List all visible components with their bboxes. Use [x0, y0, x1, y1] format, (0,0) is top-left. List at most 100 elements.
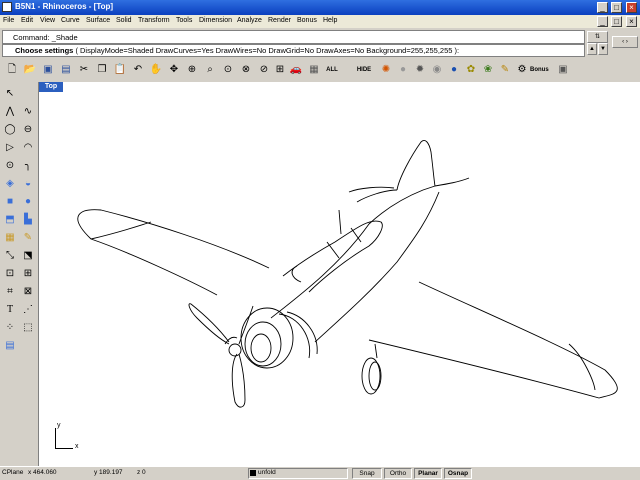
- menu-transform[interactable]: Transform: [138, 17, 170, 24]
- sphere-icon[interactable]: ●: [20, 194, 36, 210]
- maximize-button[interactable]: □: [611, 2, 622, 13]
- scroll-down-icon[interactable]: ▼: [598, 43, 608, 55]
- zoom-selected-icon[interactable]: ⊘: [256, 62, 272, 78]
- four-views-icon[interactable]: ⊞: [272, 62, 288, 78]
- group-icon[interactable]: ⌗: [2, 284, 18, 300]
- copy-icon[interactable]: ❐: [94, 62, 110, 78]
- hide-button[interactable]: HIDE: [354, 62, 374, 78]
- layer-color-swatch: [250, 470, 256, 476]
- sphere-light-icon[interactable]: ◉: [429, 62, 445, 78]
- rotate-view-icon[interactable]: ✥: [166, 62, 182, 78]
- new-icon[interactable]: 🗋: [4, 62, 20, 78]
- bonus-button[interactable]: Bonus: [530, 62, 549, 78]
- menu-tools[interactable]: Tools: [176, 17, 192, 24]
- menu-help[interactable]: Help: [323, 17, 337, 24]
- axis-y-label: y: [57, 422, 61, 429]
- cut-icon[interactable]: ✂: [76, 62, 92, 78]
- rhino-app-icon[interactable]: [2, 2, 12, 12]
- sphere-gray-icon[interactable]: ●: [395, 62, 411, 78]
- grid-icon[interactable]: ▦: [306, 62, 322, 78]
- mesh-icon[interactable]: ▦: [2, 230, 18, 246]
- paste-icon[interactable]: 📋: [112, 62, 128, 78]
- hide-label: HIDE: [356, 67, 372, 73]
- arc-icon[interactable]: ◠: [20, 140, 36, 156]
- zoom-window-icon[interactable]: ⌕: [202, 62, 218, 78]
- box-icon[interactable]: ■: [2, 194, 18, 210]
- zoom-dynamic-icon[interactable]: ⊙: [220, 62, 236, 78]
- status-x: x 464.060: [28, 469, 57, 476]
- doc-close-button[interactable]: ×: [626, 16, 637, 27]
- triangle-icon[interactable]: ▷: [2, 140, 18, 156]
- array-icon[interactable]: ⬔: [20, 248, 36, 264]
- point-icon[interactable]: ⊙: [2, 158, 18, 174]
- settings-icon[interactable]: ⚙: [514, 62, 530, 78]
- layer-icon[interactable]: ▣: [555, 62, 571, 78]
- status-z: z 0: [137, 469, 146, 476]
- menu-bonus[interactable]: Bonus: [297, 17, 317, 24]
- transform-icon[interactable]: ⤡: [2, 248, 18, 264]
- layers-icon[interactable]: ▤: [2, 338, 18, 354]
- doc-minimize-button[interactable]: _: [597, 16, 608, 27]
- zoom-icon[interactable]: ⊕: [184, 62, 200, 78]
- palette-icon[interactable]: ✎: [497, 62, 513, 78]
- color-wheel-icon[interactable]: ✺: [378, 62, 394, 78]
- car-icon[interactable]: 🚗: [288, 62, 304, 78]
- extrude-icon[interactable]: ⬒: [2, 212, 18, 228]
- save-small-icon[interactable]: ▤: [58, 62, 74, 78]
- analyze-icon[interactable]: ⁘: [2, 320, 18, 336]
- minimize-button[interactable]: _: [597, 2, 608, 13]
- menu-file[interactable]: File: [3, 17, 14, 24]
- planar-label: Planar: [418, 470, 438, 477]
- ortho-button[interactable]: Ortho: [384, 468, 412, 479]
- zoom-extents-icon[interactable]: ⊗: [238, 62, 254, 78]
- snap-button[interactable]: Snap: [352, 468, 382, 479]
- boolean-icon[interactable]: ✎: [20, 230, 36, 246]
- status-cplane: CPlane: [2, 469, 24, 476]
- copy-object-icon[interactable]: ⊠: [20, 284, 36, 300]
- show-all-button[interactable]: ALL: [322, 62, 342, 78]
- command-line[interactable]: Choose settings ( DisplayMode=Shaded Dra…: [2, 44, 585, 57]
- sphere-dark-icon[interactable]: ✹: [412, 62, 428, 78]
- solid-edit-icon[interactable]: ▙: [20, 212, 36, 228]
- polyline-icon[interactable]: ⋀: [2, 104, 18, 120]
- scroll-up-icon[interactable]: ▲: [587, 43, 597, 55]
- command-expand-icon[interactable]: ‹ ›: [612, 36, 638, 48]
- menu-curve[interactable]: Curve: [61, 17, 80, 24]
- command-options-icon[interactable]: ⇅: [587, 31, 608, 43]
- dimension-icon[interactable]: ⋰: [20, 302, 36, 318]
- pan-icon[interactable]: ✋: [148, 62, 164, 78]
- save-icon[interactable]: ▣: [40, 62, 56, 78]
- planar-button[interactable]: Planar: [414, 468, 442, 479]
- move-icon[interactable]: ⊡: [2, 266, 18, 282]
- command-area: Command: _Shade Choose settings ( Displa…: [0, 28, 640, 60]
- menu-dimension[interactable]: Dimension: [199, 17, 232, 24]
- render-icon[interactable]: ⬚: [20, 320, 36, 336]
- snap-label: Snap: [359, 470, 375, 477]
- osnap-button[interactable]: Osnap: [444, 468, 472, 479]
- undo-icon[interactable]: ↶: [130, 62, 146, 78]
- loft-icon[interactable]: ◒: [20, 176, 36, 192]
- ellipse-icon[interactable]: ⊖: [20, 122, 36, 138]
- open-icon[interactable]: 📂: [22, 62, 38, 78]
- menu-edit[interactable]: Edit: [21, 17, 33, 24]
- menu-solid[interactable]: Solid: [116, 17, 132, 24]
- viewport-top[interactable]: Top y x: [38, 82, 640, 466]
- close-button[interactable]: ×: [626, 2, 637, 13]
- bonus-label: Bonus: [530, 67, 549, 73]
- circle-icon[interactable]: ◯: [2, 122, 18, 138]
- menu-surface[interactable]: Surface: [86, 17, 110, 24]
- menu-render[interactable]: Render: [268, 17, 291, 24]
- menu-view[interactable]: View: [40, 17, 55, 24]
- text-icon[interactable]: T: [2, 302, 18, 318]
- flower-icon[interactable]: ❀: [480, 62, 496, 78]
- fillet-icon[interactable]: ╮: [20, 158, 36, 174]
- scale-icon[interactable]: ⊞: [20, 266, 36, 282]
- menu-analyze[interactable]: Analyze: [237, 17, 262, 24]
- command-history-text: Command: _Shade: [13, 33, 78, 42]
- doc-restore-button[interactable]: □: [611, 16, 622, 27]
- sphere-blue-icon[interactable]: ●: [446, 62, 462, 78]
- surface-icon[interactable]: ◈: [2, 176, 18, 192]
- select-arrow-icon[interactable]: ↖: [2, 86, 18, 102]
- curve-icon[interactable]: ∿: [20, 104, 36, 120]
- tools-icon[interactable]: ✿: [463, 62, 479, 78]
